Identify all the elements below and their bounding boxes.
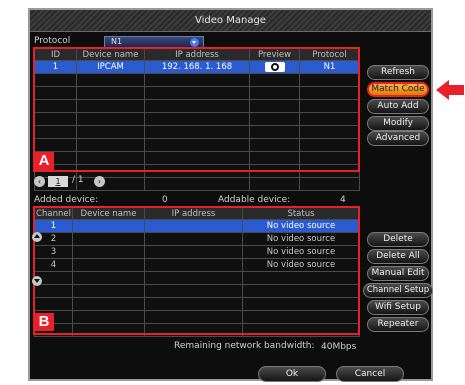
modify-button[interactable]: Modify bbox=[367, 116, 429, 131]
cell-device-name bbox=[72, 258, 145, 272]
table-row[interactable] bbox=[34, 297, 360, 311]
auto-add-button[interactable]: Auto Add bbox=[367, 99, 429, 114]
manual-edit-button[interactable]: Manual Edit bbox=[367, 266, 429, 281]
prev-page-button[interactable]: ‹ bbox=[34, 176, 45, 187]
addable-device-count: 4 bbox=[340, 195, 346, 205]
cell-channel: 4 bbox=[34, 258, 73, 272]
pointer-arrow-icon bbox=[436, 80, 464, 100]
table-row[interactable]: 1 No video source bbox=[34, 219, 360, 233]
cancel-button[interactable]: Cancel bbox=[336, 366, 404, 382]
channel-setup-button[interactable]: Channel Setup bbox=[363, 283, 433, 298]
chevron-down-icon bbox=[190, 38, 199, 47]
cell-device-name bbox=[72, 232, 145, 246]
col-protocol: Protocol bbox=[299, 48, 360, 61]
table-row[interactable] bbox=[34, 86, 360, 100]
advanced-button[interactable]: Advanced bbox=[367, 131, 429, 146]
cell-ip-address bbox=[144, 258, 243, 272]
added-device-label: Added device: bbox=[34, 195, 99, 205]
table-row[interactable] bbox=[34, 151, 360, 165]
col-ip-address: IP address bbox=[144, 48, 250, 61]
cell-device-name: IPCAM bbox=[76, 60, 145, 74]
col-device-name: Device name bbox=[76, 48, 145, 61]
cell-protocol: N1 bbox=[299, 60, 360, 74]
col-id: ID bbox=[34, 48, 77, 61]
added-device-count: 0 bbox=[162, 195, 168, 205]
cell-device-name bbox=[72, 219, 145, 233]
annotation-label-b: B bbox=[34, 313, 54, 331]
match-code-button[interactable]: Match Code bbox=[367, 82, 429, 97]
table-row[interactable] bbox=[34, 73, 360, 87]
refresh-button[interactable]: Refresh bbox=[367, 65, 429, 80]
channel-table: Channel Device name IP address Status 1 … bbox=[34, 207, 360, 337]
eye-icon[interactable] bbox=[264, 61, 285, 72]
table-row[interactable] bbox=[34, 112, 360, 126]
window-title: Video Manage bbox=[30, 10, 431, 32]
ok-button[interactable]: Ok bbox=[258, 366, 326, 382]
table-row[interactable] bbox=[34, 125, 360, 139]
cell-ip-address bbox=[144, 245, 243, 259]
repeater-button[interactable]: Repeater bbox=[367, 317, 429, 332]
page-total: / 1 bbox=[72, 175, 84, 185]
search-device-table: ID Device name IP address Preview Protoc… bbox=[34, 48, 360, 191]
table-row[interactable] bbox=[34, 99, 360, 113]
table-row[interactable] bbox=[34, 138, 360, 152]
bandwidth-label: Remaining network bandwidth: bbox=[174, 341, 315, 351]
cell-id: 1 bbox=[34, 60, 77, 74]
protocol-select[interactable]: N1 bbox=[104, 36, 204, 48]
table-row[interactable]: 3 No video source bbox=[34, 245, 360, 259]
delete-all-button[interactable]: Delete All bbox=[367, 249, 429, 264]
table-row[interactable]: 1 IPCAM 192. 168. 1. 168 N1 bbox=[34, 60, 360, 74]
scroll-up-icon[interactable] bbox=[32, 232, 42, 242]
next-page-button[interactable]: › bbox=[94, 176, 105, 187]
bandwidth-value: 40Mbps bbox=[321, 342, 357, 352]
cell-status: No video source bbox=[242, 258, 360, 272]
cell-channel: 1 bbox=[34, 219, 73, 233]
video-manage-window: Video Manage Protocol N1 ID Device name … bbox=[28, 8, 433, 382]
protocol-label: Protocol bbox=[34, 36, 71, 46]
cell-status: No video source bbox=[242, 219, 360, 233]
cell-device-name bbox=[72, 245, 145, 259]
cell-status: No video source bbox=[242, 245, 360, 259]
wifi-setup-button[interactable]: Wifi Setup bbox=[367, 300, 429, 315]
table-row[interactable] bbox=[34, 271, 360, 285]
annotation-label-a: A bbox=[34, 152, 54, 170]
scroll-down-icon[interactable] bbox=[32, 276, 42, 286]
table-row[interactable]: 2 No video source bbox=[34, 232, 360, 246]
delete-button[interactable]: Delete bbox=[367, 232, 429, 247]
cell-preview bbox=[249, 60, 300, 74]
col-channel: Channel bbox=[34, 207, 73, 220]
cell-ip-address bbox=[144, 232, 243, 246]
cell-channel: 3 bbox=[34, 245, 73, 259]
cell-status: No video source bbox=[242, 232, 360, 246]
col-status: Status bbox=[242, 207, 360, 220]
cell-ip-address bbox=[144, 219, 243, 233]
table-row[interactable] bbox=[34, 284, 360, 298]
col-ip-address: IP address bbox=[144, 207, 243, 220]
cell-ip-address: 192. 168. 1. 168 bbox=[144, 60, 250, 74]
col-preview: Preview bbox=[249, 48, 300, 61]
table-row[interactable] bbox=[34, 310, 360, 324]
table-row[interactable] bbox=[34, 323, 360, 337]
addable-device-label: Addable device: bbox=[218, 195, 291, 205]
table-row[interactable]: 4 No video source bbox=[34, 258, 360, 272]
col-device-name: Device name bbox=[72, 207, 145, 220]
protocol-select-value: N1 bbox=[111, 37, 123, 46]
page-number-input[interactable]: 1 bbox=[48, 176, 68, 187]
